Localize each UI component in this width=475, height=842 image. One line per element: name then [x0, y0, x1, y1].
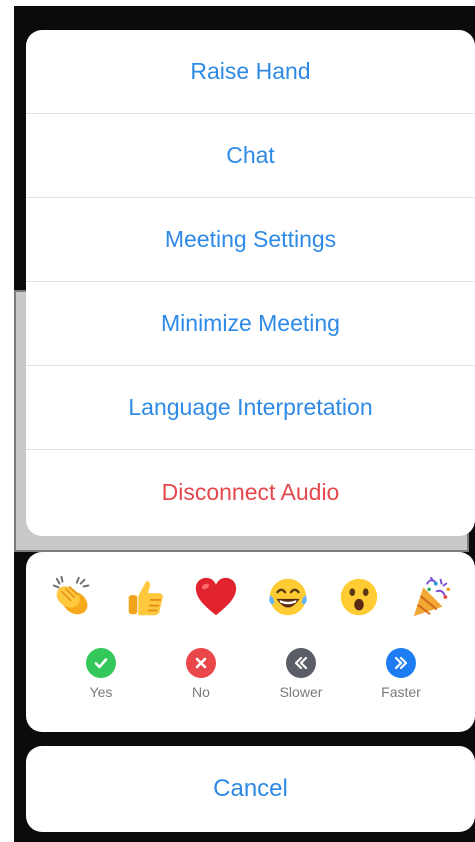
chat-button[interactable]: Chat [26, 114, 475, 198]
surprised-face-icon[interactable] [332, 572, 386, 622]
red-heart-icon[interactable] [189, 572, 243, 622]
emoji-reaction-row [46, 572, 458, 622]
no-feedback-button[interactable]: No [166, 648, 236, 700]
reactions-panel: Yes No Slower Faster [26, 552, 475, 732]
fast-forward-icon [386, 648, 416, 678]
tears-of-joy-icon[interactable] [261, 572, 315, 622]
slower-feedback-button[interactable]: Slower [266, 648, 336, 700]
slower-label: Slower [279, 684, 323, 700]
faster-feedback-button[interactable]: Faster [366, 648, 436, 700]
minimize-meeting-button[interactable]: Minimize Meeting [26, 282, 475, 366]
thumbs-up-icon[interactable] [118, 572, 172, 622]
checkmark-icon [86, 648, 116, 678]
cancel-sheet: Cancel [26, 746, 475, 832]
raise-hand-button[interactable]: Raise Hand [26, 30, 475, 114]
more-actions-menu: Raise Hand Chat Meeting Settings Minimiz… [26, 30, 475, 536]
no-label: No [192, 684, 210, 700]
faster-label: Faster [381, 684, 421, 700]
cancel-button[interactable]: Cancel [213, 775, 288, 803]
language-interpretation-button[interactable]: Language Interpretation [26, 366, 475, 450]
rewind-icon [286, 648, 316, 678]
party-popper-icon[interactable] [404, 572, 458, 622]
yes-feedback-button[interactable]: Yes [66, 648, 136, 700]
yes-label: Yes [89, 684, 113, 700]
nonverbal-feedback-row: Yes No Slower Faster [66, 648, 436, 700]
clapping-hands-icon[interactable] [46, 572, 100, 622]
meeting-settings-button[interactable]: Meeting Settings [26, 198, 475, 282]
disconnect-audio-button[interactable]: Disconnect Audio [26, 450, 475, 534]
close-icon [186, 648, 216, 678]
